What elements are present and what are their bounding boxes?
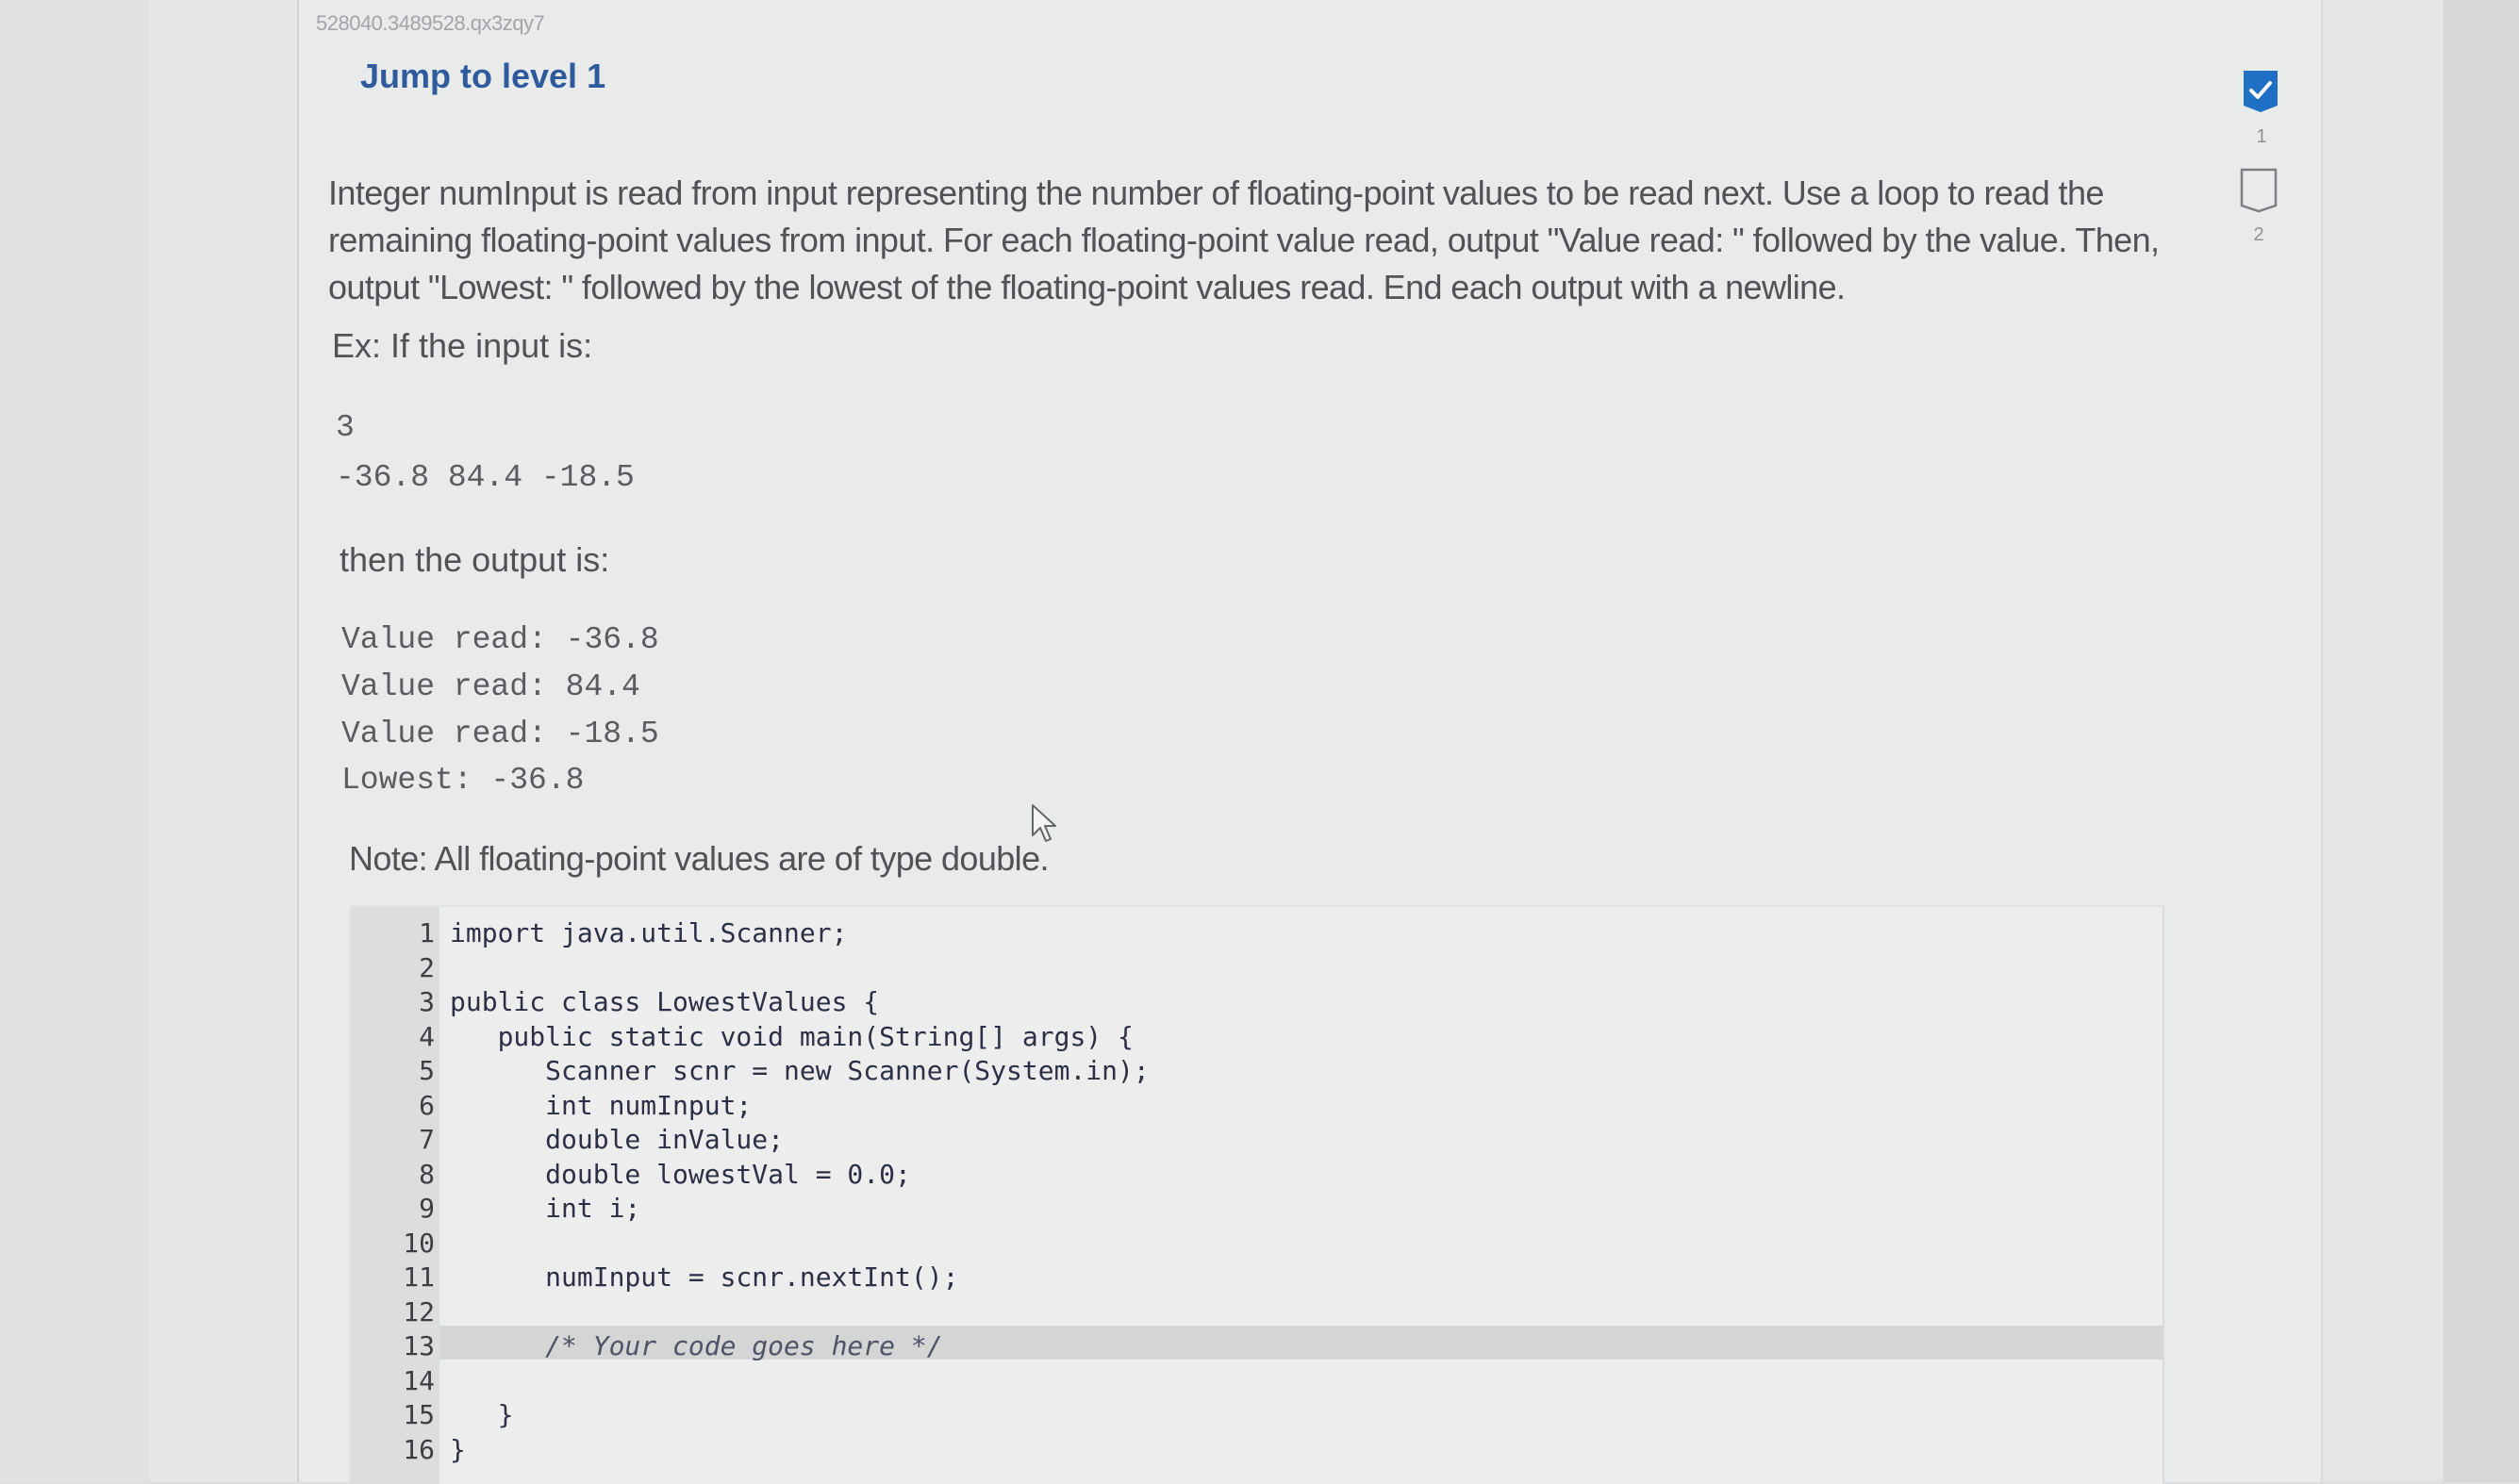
- code-text[interactable]: numInput = scnr.nextInt();: [450, 1261, 958, 1295]
- code-line[interactable]: 6 int numInput;: [350, 1089, 2163, 1124]
- line-number: 6: [419, 1089, 435, 1121]
- line-number: 5: [419, 1055, 435, 1086]
- note-text: Note: All floating-point values are of t…: [349, 839, 1049, 878]
- code-text[interactable]: double inValue;: [450, 1123, 784, 1158]
- example-input-label: Ex: If the input is:: [332, 326, 593, 365]
- background-right: [2444, 0, 2519, 1482]
- code-line[interactable]: 14: [350, 1364, 2163, 1399]
- code-text[interactable]: import java.util.Scanner;: [450, 916, 847, 951]
- code-text[interactable]: }: [450, 1398, 514, 1433]
- code-line[interactable]: 9 int i;: [350, 1192, 2163, 1227]
- code-text[interactable]: double lowestVal = 0.0;: [450, 1158, 911, 1193]
- background-margin: [149, 0, 299, 1482]
- code-line[interactable]: 4 public static void main(String[] args)…: [350, 1020, 2163, 1055]
- code-text[interactable]: int numInput;: [450, 1089, 752, 1124]
- code-line[interactable]: 10: [350, 1227, 2163, 1261]
- example-output-line: Value read: -36.8: [341, 622, 659, 657]
- line-number: 7: [419, 1124, 435, 1155]
- example-output-line: Value read: -18.5: [341, 717, 659, 751]
- line-number: 8: [419, 1158, 435, 1190]
- right-margin: [2321, 0, 2445, 1482]
- line-number: 9: [419, 1193, 435, 1224]
- code-text[interactable]: /* Your code goes here */: [450, 1329, 942, 1364]
- code-line[interactable]: 1 import java.util.Scanner;: [350, 916, 2163, 951]
- level-2-label: 2: [2253, 224, 2264, 245]
- code-line[interactable]: 5 Scanner scnr = new Scanner(System.in);: [350, 1054, 2163, 1089]
- example-output-line: Lowest: -36.8: [341, 763, 585, 798]
- example-output-line: Value read: 84.4: [341, 669, 640, 704]
- level-2-incomplete-icon[interactable]: [2240, 168, 2278, 213]
- code-line[interactable]: 15 }: [350, 1398, 2163, 1433]
- code-line[interactable]: 3 public class LowestValues {: [350, 985, 2163, 1020]
- background-left: [0, 0, 149, 1482]
- code-editor[interactable]: 1 import java.util.Scanner; 2 3 public class…: [350, 905, 2164, 1484]
- line-number: 12: [403, 1295, 435, 1327]
- line-number: 1: [419, 917, 435, 948]
- code-line[interactable]: 12: [350, 1295, 2163, 1330]
- line-number: 11: [403, 1261, 435, 1293]
- line-number: 13: [403, 1330, 435, 1361]
- example-output-label: then the output is:: [340, 540, 610, 579]
- level-1-completed-icon[interactable]: [2243, 70, 2279, 113]
- line-number: 14: [403, 1364, 435, 1396]
- mouse-cursor-icon: [1032, 804, 1056, 842]
- line-number: 2: [419, 951, 435, 983]
- code-line[interactable]: 2: [350, 951, 2163, 986]
- code-lines[interactable]: 1 import java.util.Scanner; 2 3 public class…: [350, 916, 2163, 1467]
- line-number: 10: [403, 1227, 435, 1259]
- code-text[interactable]: public static void main(String[] args) {: [450, 1020, 1134, 1055]
- line-number: 3: [419, 986, 435, 1017]
- code-line[interactable]: 11 numInput = scnr.nextInt();: [350, 1261, 2163, 1295]
- code-text[interactable]: int i;: [450, 1192, 640, 1227]
- code-line[interactable]: 8 double lowestVal = 0.0;: [350, 1158, 2163, 1193]
- example-input-line: -36.8 84.4 -18.5: [336, 460, 635, 495]
- example-input-line: 3: [336, 410, 355, 445]
- code-line[interactable]: 16}: [350, 1433, 2163, 1468]
- jump-to-level-heading[interactable]: Jump to level 1: [360, 57, 605, 96]
- code-line[interactable]: 13 /* Your code goes here */: [350, 1326, 2163, 1364]
- code-text[interactable]: Scanner scnr = new Scanner(System.in);: [450, 1054, 1150, 1089]
- code-line[interactable]: 7 double inValue;: [350, 1123, 2163, 1158]
- level-1-label: 1: [2256, 126, 2267, 147]
- line-number: 15: [403, 1399, 435, 1430]
- line-number: 16: [403, 1433, 435, 1465]
- code-text[interactable]: public class LowestValues {: [450, 985, 879, 1020]
- problem-description: Integer numInput is read from input repr…: [328, 173, 2160, 306]
- line-number: 4: [419, 1020, 435, 1052]
- question-id: 528040.3489528.qx3zqy7: [316, 11, 545, 35]
- code-text[interactable]: }: [450, 1433, 466, 1468]
